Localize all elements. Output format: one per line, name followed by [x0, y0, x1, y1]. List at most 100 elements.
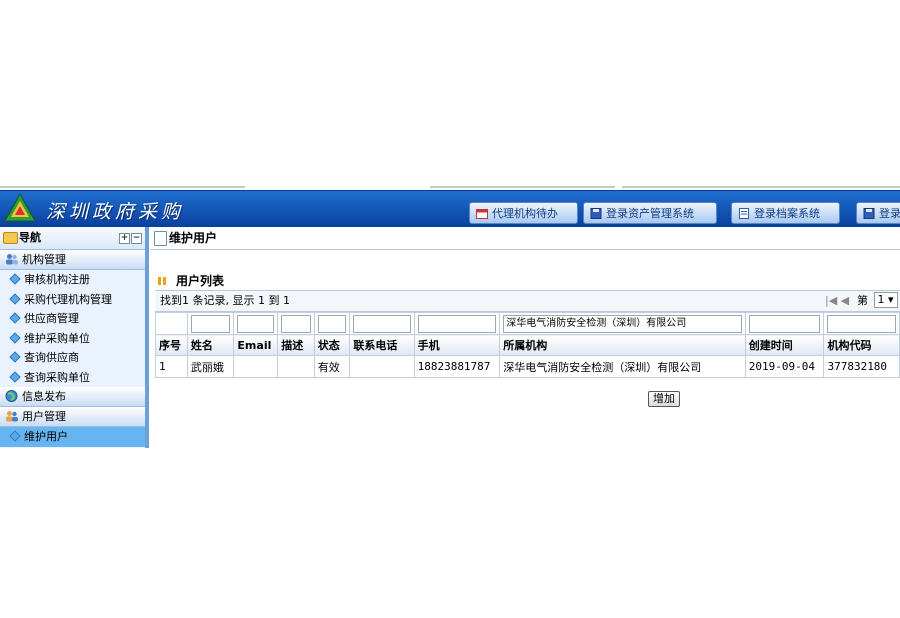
filter-cell	[277, 312, 315, 335]
header-bar: 深圳政府采购 代理机构待办 登录资产管理系统 登录档案系统 登录	[0, 190, 900, 227]
table-cell: 377832180	[823, 355, 900, 378]
document-icon	[739, 208, 749, 219]
sidebar-item-label: 采购代理机构管理	[24, 292, 112, 306]
table-cell	[233, 355, 279, 378]
login-button[interactable]: 登录	[856, 202, 900, 224]
filter-cell	[313, 312, 351, 335]
filter-input-phone[interactable]	[353, 314, 411, 333]
sidebar-section-info[interactable]: 信息发布	[0, 387, 145, 407]
column-header[interactable]: 手机	[413, 334, 501, 356]
nav-label: 导航	[19, 231, 41, 244]
filter-input-name[interactable]	[190, 314, 231, 333]
list-title-label: 用户列表	[176, 274, 225, 288]
column-header[interactable]: 姓名	[186, 334, 235, 356]
pager-nav: |◀ ◀	[825, 291, 849, 311]
main-content: 维护用户 用户列表 找到1 条记录, 显示 1 到 1 |◀ ◀ 第 1 ▾ 深…	[150, 227, 900, 448]
sidebar-item-query-suppliers[interactable]: 查询供应商	[0, 348, 145, 368]
table-cell: 深华电气消防安全检测（深圳）有限公司	[499, 355, 746, 378]
sidebar-item-maintain-purchasers[interactable]: 维护采购单位	[0, 329, 145, 349]
filter-cell-index	[155, 312, 188, 335]
table-cell: 18823881787	[413, 355, 501, 378]
bullet-icon	[9, 351, 21, 363]
sidebar-item-label: 维护采购单位	[24, 331, 90, 345]
table-cell: 1	[155, 355, 188, 378]
bullet-icon	[9, 370, 21, 383]
column-header[interactable]: 描述	[277, 334, 315, 356]
filter-cell	[744, 312, 825, 335]
app-window: 深圳政府采购 代理机构待办 登录资产管理系统 登录档案系统 登录 导航 + − …	[0, 190, 900, 448]
login-label: 登录	[879, 207, 900, 220]
column-header[interactable]: 创建时间	[744, 334, 825, 356]
sidebar-section-label: 信息发布	[22, 390, 66, 403]
filter-cell	[233, 312, 279, 335]
sidebar-item-label: 查询供应商	[24, 351, 79, 364]
filter-input-status[interactable]	[317, 314, 347, 333]
filter-input-organization[interactable]: 深华电气消防安全检测（深圳）有限公司	[503, 314, 742, 333]
table-cell: 2019-09-04	[744, 355, 825, 378]
filter-row: 深华电气消防安全检测（深圳）有限公司	[155, 312, 900, 335]
asset-system-login-button[interactable]: 登录资产管理系统	[583, 202, 717, 224]
page-icon	[154, 231, 167, 246]
sidebar-item-label: 审核机构注册	[24, 273, 90, 286]
sidebar-item-label: 查询采购单位	[24, 370, 90, 384]
agency-todo-button[interactable]: 代理机构待办	[469, 202, 578, 224]
filter-input-org-code[interactable]	[827, 314, 896, 333]
filter-input-mobile[interactable]	[417, 314, 497, 333]
column-header[interactable]: 机构代码	[823, 334, 900, 356]
bullet-icon	[9, 331, 21, 344]
calendar-icon	[476, 209, 488, 219]
pager-bar: 找到1 条记录, 显示 1 到 1 |◀ ◀ 第 1 ▾	[155, 290, 900, 312]
bullet-icon	[9, 430, 21, 442]
table-cell	[277, 355, 315, 378]
collapse-all-icon[interactable]: −	[131, 233, 142, 244]
column-header[interactable]: Email	[233, 334, 279, 356]
user-group-icon	[6, 411, 18, 422]
grid-icon	[158, 277, 166, 285]
archive-system-login-button[interactable]: 登录档案系统	[731, 202, 840, 224]
first-page-icon[interactable]: |◀	[825, 294, 837, 307]
logo-icon	[4, 193, 36, 222]
sidebar-item-maintain-users[interactable]: 维护用户	[0, 427, 145, 447]
agency-todo-label: 代理机构待办	[492, 207, 558, 220]
filter-cell	[349, 312, 415, 335]
sidebar-section-label: 机构管理	[22, 253, 66, 266]
sidebar-section-users[interactable]: 用户管理	[0, 407, 145, 427]
sidebar-item-agency-management[interactable]: 采购代理机构管理	[0, 290, 145, 310]
nav-header: 导航 + −	[0, 227, 145, 250]
disk-icon	[863, 208, 875, 219]
breadcrumb: 维护用户	[150, 227, 900, 250]
filter-cell: 深华电气消防安全检测（深圳）有限公司	[499, 312, 746, 335]
table-row[interactable]: 1 武丽娥 有效 18823881787 深华电气消防安全检测（深圳）有限公司 …	[155, 355, 900, 378]
sidebar: 导航 + − 机构管理 审核机构注册 采购代理机构管理 供应商管理 维护采购单位…	[0, 227, 149, 448]
sidebar-item-supplier-management[interactable]: 供应商管理	[0, 309, 145, 329]
column-header[interactable]: 序号	[155, 334, 188, 356]
globe-icon	[5, 390, 18, 402]
add-button[interactable]: 增加	[648, 391, 680, 407]
filter-input-created[interactable]	[748, 314, 821, 333]
filter-input-description[interactable]	[281, 314, 311, 333]
sidebar-item-review-registration[interactable]: 审核机构注册	[0, 270, 145, 290]
list-title: 用户列表	[158, 272, 224, 289]
filter-cell	[186, 312, 235, 335]
table-cell: 有效	[313, 355, 351, 378]
prev-page-icon[interactable]: ◀	[841, 294, 849, 307]
filter-cell	[823, 312, 900, 335]
app-title: 深圳政府采购	[46, 201, 185, 223]
sidebar-item-query-purchasers[interactable]: 查询采购单位	[0, 368, 145, 388]
sidebar-section-agency[interactable]: 机构管理	[0, 250, 145, 270]
page-select[interactable]: 1 ▾	[873, 292, 898, 308]
asset-system-login-label: 登录资产管理系统	[606, 207, 694, 220]
column-header[interactable]: 状态	[313, 334, 351, 356]
expand-all-icon[interactable]: +	[119, 233, 130, 244]
column-header[interactable]: 联系电话	[349, 334, 415, 356]
breadcrumb-label: 维护用户	[169, 231, 218, 245]
page-label: 第	[857, 294, 868, 307]
column-header[interactable]: 所属机构	[499, 334, 746, 356]
table-cell: 武丽娥	[186, 355, 235, 378]
users-icon	[6, 254, 18, 265]
archive-system-login-label: 登录档案系统	[754, 207, 820, 220]
sidebar-item-label: 维护用户	[24, 430, 68, 443]
folder-icon	[3, 232, 18, 244]
sidebar-section-label: 用户管理	[22, 410, 66, 423]
filter-input-email[interactable]	[237, 314, 275, 333]
